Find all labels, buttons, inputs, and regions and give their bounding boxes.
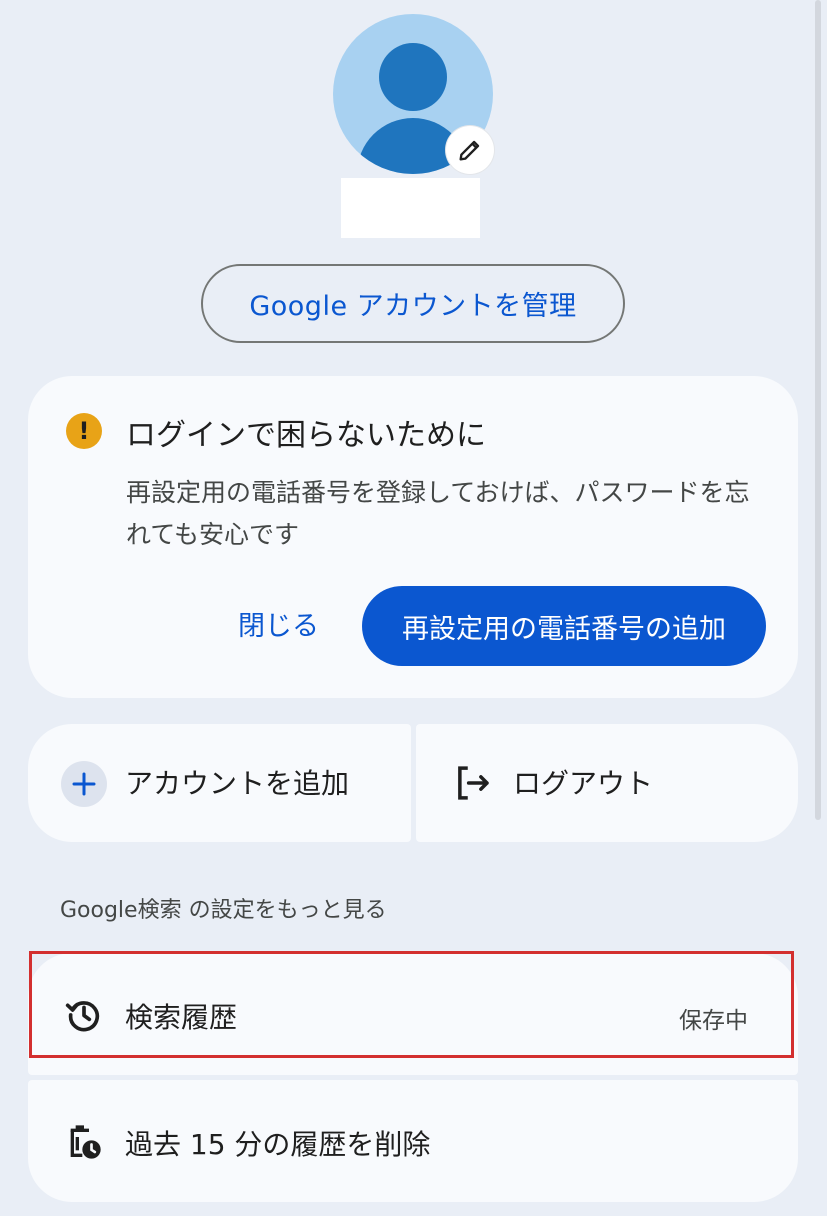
pencil-icon — [459, 140, 480, 161]
close-notice-button[interactable]: 閉じる — [238, 604, 319, 643]
search-history-label: 検索履歴 — [125, 1001, 238, 1034]
search-settings-link[interactable]: Google検索 の設定をもっと見る — [60, 892, 387, 924]
history-icon — [65, 1001, 100, 1032]
profile-avatar-container — [333, 14, 494, 174]
scrollbar[interactable] — [815, 0, 821, 820]
add-recovery-phone-button[interactable]: 再設定用の電話番号の追加 — [362, 586, 766, 666]
warning-icon: ! — [66, 413, 102, 449]
manage-google-account-button[interactable]: Google アカウントを管理 — [201, 264, 625, 343]
security-notice-card: ! ログインで困らないために 再設定用の電話番号を登録しておけば、パスワードを忘… — [28, 376, 798, 698]
add-account-label: アカウントを追加 — [125, 767, 350, 800]
edit-avatar-button[interactable] — [446, 126, 494, 174]
delete-recent-history-label: 過去 15 分の履歴を削除 — [125, 1128, 431, 1161]
search-history-row[interactable]: 検索履歴 保存中 — [28, 953, 798, 1075]
security-notice-title: ログインで困らないために — [126, 418, 486, 453]
delete-history-icon — [70, 1125, 101, 1159]
security-notice-body: 再設定用の電話番号を登録しておけば、パスワードを忘れても安心です — [126, 478, 750, 549]
add-account-button[interactable]: アカウントを追加 — [28, 724, 411, 842]
logout-icon — [458, 766, 489, 800]
account-name-placeholder — [341, 178, 480, 238]
search-history-status: 保存中 — [679, 1008, 748, 1034]
delete-recent-history-row[interactable]: 過去 15 分の履歴を削除 — [28, 1080, 798, 1202]
logout-label: ログアウト — [513, 767, 654, 800]
plus-icon — [61, 761, 107, 807]
logout-button[interactable]: ログアウト — [416, 724, 798, 842]
